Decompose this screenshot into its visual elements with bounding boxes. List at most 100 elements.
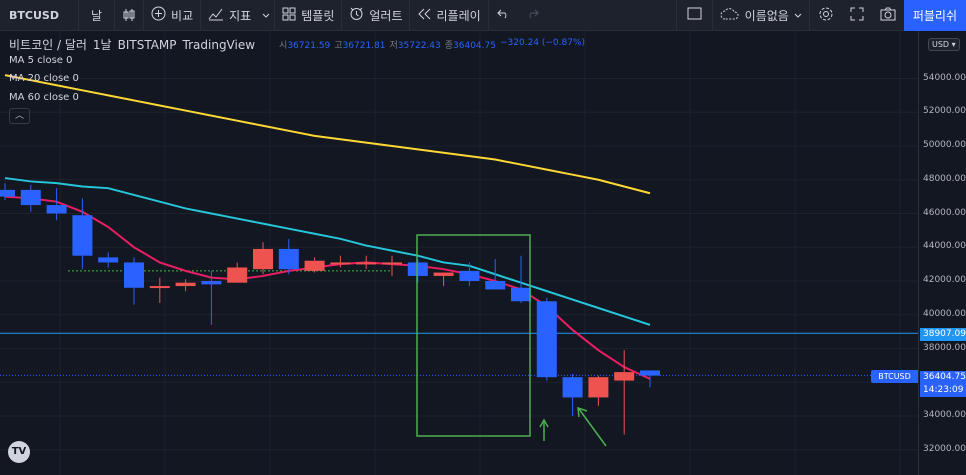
axis-tick-label: 40000.00	[923, 308, 966, 319]
templates-button[interactable]: 템플릿	[275, 0, 341, 31]
candle-body	[536, 301, 557, 378]
indicators-icon	[208, 7, 224, 24]
axis-tick-label: 48000.00	[923, 173, 966, 184]
candle-body	[485, 281, 506, 290]
axis-tick-label: 32000.00	[923, 443, 966, 454]
current-price-tag: 36404.75 14:23:09	[920, 371, 966, 397]
snapshot-button[interactable]	[872, 0, 904, 31]
axis-tick-label: 46000.00	[923, 207, 966, 218]
candle-body	[614, 372, 635, 381]
axis-tick-label: 50000.00	[923, 140, 966, 150]
currency-label: USD	[932, 40, 950, 49]
axis-tick-label: 54000.00	[923, 72, 966, 83]
indicators-label: 지표	[229, 8, 252, 23]
close-value: 36404.75	[453, 41, 496, 51]
candle-body	[46, 205, 67, 214]
open-value: 36721.59	[287, 41, 331, 51]
fullscreen-icon	[850, 7, 864, 24]
candle-body	[0, 189, 15, 197]
settings-icon	[818, 6, 834, 25]
candle-body	[175, 282, 196, 287]
replay-button[interactable]: 리플레이	[410, 0, 487, 31]
axis-tick-label: 52000.00	[923, 106, 966, 117]
hline-price-tag: 38907.09	[920, 328, 966, 341]
layout-button[interactable]	[677, 0, 712, 31]
camera-icon	[880, 7, 896, 24]
templates-icon	[282, 7, 296, 24]
candle-body	[330, 262, 351, 265]
chevron-up-icon: ︿	[14, 111, 24, 121]
replay-label: 리플레이	[436, 8, 481, 23]
high-value: 36721.81	[342, 41, 386, 51]
templates-label: 템플릿	[301, 8, 335, 23]
candle-body	[588, 377, 609, 398]
change-value: −320.24 (−0.87%)	[499, 38, 586, 48]
candle-body	[562, 377, 583, 398]
price-axis[interactable]: USD ▾ 54000.00 52000.00 50000.00 48000.00 46…	[918, 31, 966, 475]
interval-button[interactable]: 날	[79, 0, 114, 31]
candle-body	[278, 248, 299, 270]
candle-body	[382, 262, 402, 265]
publish-button[interactable]: 퍼블리쉬	[903, 0, 966, 31]
ma60-legend[interactable]: MA 60 close 0	[9, 92, 79, 103]
axis-tick-label: 44000.00	[923, 241, 966, 252]
chevron-down-icon	[262, 8, 270, 22]
candle-body	[124, 262, 144, 288]
legend-source: TradingView	[182, 37, 256, 52]
ma5-legend[interactable]: MA 5 close 0	[9, 55, 73, 66]
candle-body	[227, 267, 248, 283]
chart-type-button[interactable]	[115, 0, 143, 31]
undo-button[interactable]	[489, 0, 518, 31]
compare-button[interactable]: 비교	[144, 0, 200, 31]
currency-selector[interactable]: USD ▾	[928, 38, 960, 51]
replay-icon	[417, 8, 431, 23]
candle-body	[640, 370, 660, 376]
cloud-icon	[720, 7, 740, 23]
candle-body	[356, 262, 377, 265]
close-label: 종	[444, 41, 454, 51]
ohlc-values: 시36721.59 고36721.81 저35722.43 종36404.75 …	[279, 38, 585, 51]
price-chart[interactable]	[0, 31, 918, 475]
alert-icon	[349, 6, 364, 24]
fullscreen-button[interactable]	[842, 0, 872, 31]
candle-body	[201, 281, 222, 285]
annotation-arrow	[578, 408, 607, 447]
tradingview-logo[interactable]: TV	[8, 441, 30, 463]
legend-exchange: BITSTAMP	[117, 37, 177, 52]
indicators-dropdown[interactable]	[258, 0, 274, 31]
high-label: 고	[334, 41, 343, 51]
countdown-timer: 14:23:09	[923, 385, 964, 395]
candle-body	[253, 248, 273, 270]
current-price: 36404.75	[923, 372, 966, 382]
symbol-price-tag: BTCUSD	[871, 370, 918, 383]
chart-plot[interactable]	[0, 31, 918, 475]
plus-circle-icon	[151, 6, 166, 24]
candle-body	[304, 260, 325, 271]
candle-body	[149, 286, 170, 289]
undo-icon	[496, 8, 510, 22]
candle-body	[433, 272, 454, 276]
legend-interval: 1날	[92, 38, 112, 52]
settings-button[interactable]	[810, 0, 842, 31]
legend-title[interactable]: 비트코인 / 달러	[9, 36, 87, 53]
low-label: 저	[389, 41, 398, 51]
symbol-search[interactable]: BTCUSD	[0, 0, 78, 31]
ma20-legend[interactable]: MA 20 close 0	[9, 73, 79, 84]
candle-body	[511, 287, 531, 302]
layout-name-label: 이름없음	[744, 8, 789, 23]
layout-icon	[687, 7, 702, 23]
legend-collapse-button[interactable]: ︿	[9, 108, 30, 124]
redo-button[interactable]	[518, 0, 547, 31]
axis-tick-label: 42000.00	[923, 275, 966, 285]
candle-body	[98, 257, 119, 263]
candle-body	[20, 189, 41, 206]
redo-icon	[526, 8, 539, 22]
compare-label: 비교	[171, 8, 194, 23]
layout-name-button[interactable]: 이름없음	[713, 0, 809, 31]
axis-tick-label: 34000.00	[923, 410, 966, 420]
chevron-down-icon	[794, 8, 802, 22]
candle-body	[72, 215, 93, 256]
alert-button[interactable]: 얼러트	[342, 0, 409, 31]
indicators-button[interactable]: 지표	[201, 0, 258, 31]
candle-body	[407, 262, 428, 276]
